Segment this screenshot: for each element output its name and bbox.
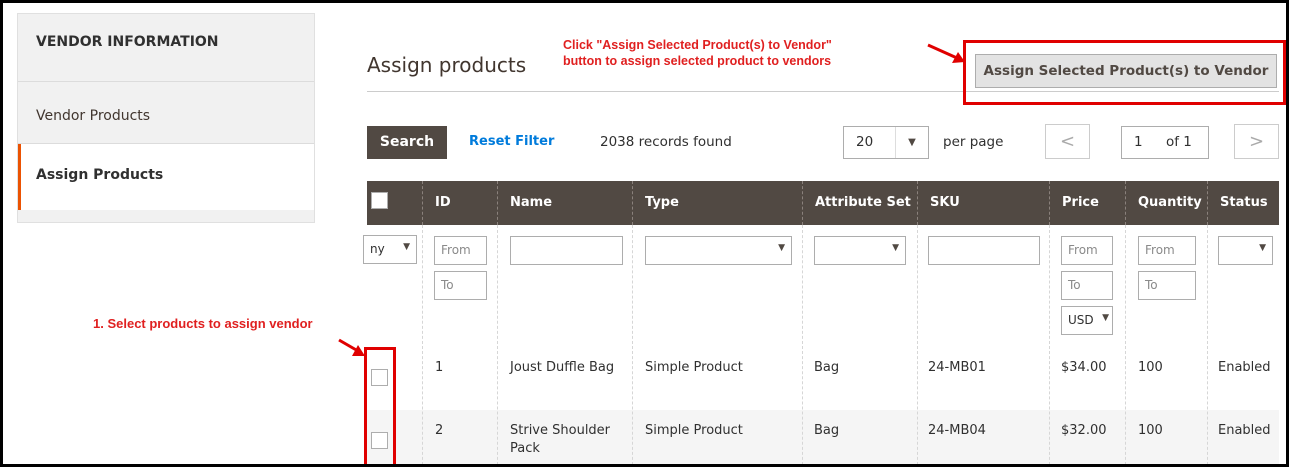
- mass-select-value: ny: [370, 242, 385, 256]
- search-button[interactable]: Search: [367, 126, 447, 159]
- column-header-attribute-set[interactable]: Attribute Set: [802, 181, 917, 225]
- column-header-quantity[interactable]: Quantity: [1125, 181, 1207, 225]
- price-to-field[interactable]: To: [1061, 271, 1113, 300]
- cell-type: Simple Product: [645, 423, 743, 438]
- page-title: Assign products: [367, 53, 527, 77]
- quantity-from-field[interactable]: From: [1138, 236, 1196, 265]
- price-from-field[interactable]: From: [1061, 236, 1113, 265]
- chevron-down-icon: ▼: [403, 242, 410, 252]
- records-count: 2038 records found: [600, 134, 732, 150]
- column-divider: [917, 225, 918, 464]
- sidebar-item-vendor-products[interactable]: Vendor Products: [18, 82, 314, 144]
- id-from-field[interactable]: From: [434, 236, 487, 265]
- column-header-name[interactable]: Name: [497, 181, 632, 225]
- per-page-label: per page: [943, 134, 1004, 150]
- page-of-label: of 1: [1166, 134, 1192, 150]
- column-divider: [1049, 225, 1050, 464]
- page-input[interactable]: 1 of 1: [1121, 126, 1209, 159]
- cell-name: Joust Duffle Bag: [510, 360, 615, 375]
- page-number-value: 1: [1134, 134, 1143, 150]
- table-row[interactable]: [367, 347, 1279, 410]
- column-divider: [1125, 225, 1126, 464]
- prev-page-button[interactable]: <: [1045, 124, 1090, 159]
- column-header-id[interactable]: ID: [422, 181, 497, 225]
- cell-price: $32.00: [1061, 423, 1107, 438]
- select-all-checkbox[interactable]: [371, 192, 388, 209]
- currency-select[interactable]: USD ▼: [1061, 306, 1113, 335]
- column-header-status[interactable]: Status: [1207, 181, 1279, 225]
- column-divider: [422, 225, 423, 464]
- id-to-field[interactable]: To: [434, 271, 487, 300]
- cell-attribute-set: Bag: [814, 360, 840, 375]
- per-page-value: 20: [856, 134, 874, 150]
- annotation-top: Click "Assign Selected Product(s) to Ven…: [563, 37, 923, 69]
- per-page-select[interactable]: 20 ▼: [843, 126, 929, 159]
- cell-type: Simple Product: [645, 360, 743, 375]
- cell-name: Strive Shoulder Pack: [510, 423, 611, 456]
- mass-select-dropdown[interactable]: ny ▼: [363, 235, 417, 264]
- column-divider: [802, 225, 803, 464]
- cell-attribute-set: Bag: [814, 423, 840, 438]
- column-divider: [632, 225, 633, 464]
- annotation-top-line1: Click "Assign Selected Product(s) to Ven…: [563, 38, 832, 52]
- cell-sku: 24-MB04: [928, 423, 986, 438]
- cell-quantity: 100: [1138, 423, 1163, 438]
- cell-status: Enabled: [1218, 423, 1271, 438]
- status-filter-select[interactable]: ▼: [1218, 236, 1273, 265]
- chevron-down-icon: ▼: [1259, 243, 1266, 253]
- currency-value: USD: [1068, 313, 1094, 327]
- sku-filter-field[interactable]: [928, 236, 1040, 265]
- type-filter-select[interactable]: ▼: [645, 236, 792, 265]
- annotation-left: 1. Select products to assign vendor: [93, 316, 313, 331]
- sidebar-item-assign-products[interactable]: Assign Products: [18, 144, 314, 210]
- column-header-price[interactable]: Price: [1049, 181, 1125, 225]
- chevron-down-icon: ▼: [778, 243, 785, 253]
- attribute-set-filter-select[interactable]: ▼: [814, 236, 906, 265]
- column-divider: [1207, 225, 1208, 464]
- reset-filter-link[interactable]: Reset Filter: [469, 134, 554, 149]
- cell-id: 2: [435, 423, 444, 438]
- assign-selected-products-button[interactable]: Assign Selected Product(s) to Vendor: [975, 54, 1277, 88]
- cell-id: 1: [435, 360, 444, 375]
- screenshot-frame: VENDOR INFORMATION Vendor Products Assig…: [3, 3, 1286, 464]
- column-header-sku[interactable]: SKU: [917, 181, 1049, 225]
- sidebar-title: VENDOR INFORMATION: [18, 14, 314, 82]
- next-page-button[interactable]: >: [1234, 124, 1279, 159]
- name-filter-field[interactable]: [510, 236, 623, 265]
- cell-price: $34.00: [1061, 360, 1107, 375]
- chevron-down-icon: ▼: [892, 243, 899, 253]
- cell-quantity: 100: [1138, 360, 1163, 375]
- column-header-type[interactable]: Type: [632, 181, 802, 225]
- cell-status: Enabled: [1218, 360, 1271, 375]
- table-header: ID Name Type Attribute Set SKU Price Qua…: [367, 181, 1279, 225]
- column-divider: [497, 225, 498, 464]
- chevron-down-icon: ▼: [895, 127, 928, 158]
- chevron-down-icon: ▼: [1102, 313, 1109, 323]
- cell-sku: 24-MB01: [928, 360, 986, 375]
- quantity-to-field[interactable]: To: [1138, 271, 1196, 300]
- annotation-top-line2: button to assign selected product to ven…: [563, 54, 832, 68]
- vendor-sidebar: VENDOR INFORMATION Vendor Products Assig…: [17, 13, 315, 223]
- checkbox-column-highlight: [364, 347, 396, 464]
